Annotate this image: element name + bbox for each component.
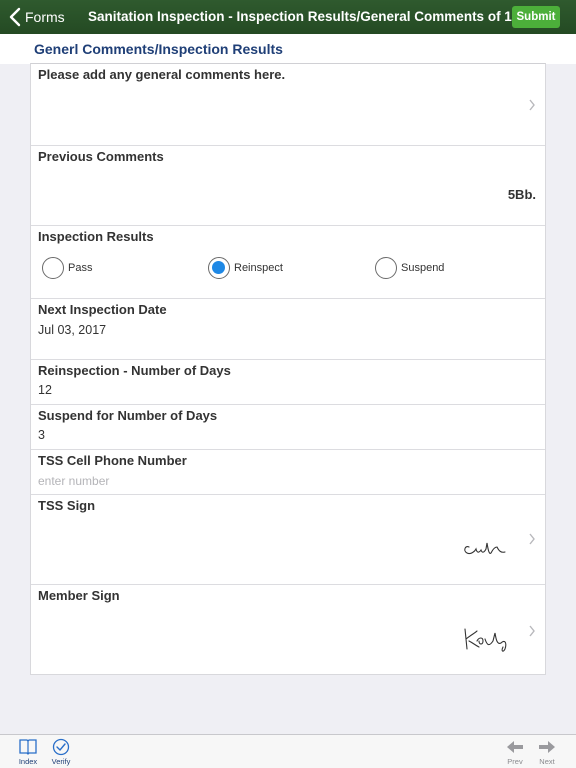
radio-pass[interactable]: Pass bbox=[42, 257, 92, 279]
inspection-results-label: Inspection Results bbox=[38, 229, 154, 244]
previous-comments-label: Previous Comments bbox=[38, 149, 164, 164]
check-circle-icon bbox=[52, 738, 70, 756]
tss-phone-label: TSS Cell Phone Number bbox=[38, 453, 187, 468]
tss-sign-field[interactable]: TSS Sign bbox=[31, 495, 545, 585]
radio-suspend-label: Suspend bbox=[401, 262, 445, 274]
next-inspection-date-field[interactable]: Next Inspection Date Jul 03, 2017 bbox=[31, 299, 545, 360]
bottom-toolbar: Index Verify Prev Next bbox=[0, 734, 576, 768]
chevron-right-icon bbox=[529, 625, 535, 637]
radio-pass-label: Pass bbox=[68, 262, 93, 274]
member-signature-image bbox=[464, 628, 507, 652]
arrow-right-icon bbox=[539, 741, 555, 753]
general-comments-placeholder: Please add any general comments here. bbox=[38, 67, 286, 82]
member-sign-field[interactable]: Member Sign bbox=[31, 585, 545, 675]
inspection-results-row: Inspection Results Pass Reinspect Suspen… bbox=[31, 226, 545, 299]
radio-reinspect-circle[interactable] bbox=[208, 257, 230, 279]
back-button[interactable]: Forms bbox=[8, 0, 65, 34]
tss-signature-image bbox=[464, 542, 506, 555]
verify-button[interactable]: Verify bbox=[51, 738, 71, 766]
back-button-label: Forms bbox=[25, 9, 65, 25]
section-title: Generl Comments/Inspection Results bbox=[34, 41, 283, 57]
radio-reinspect[interactable]: Reinspect bbox=[208, 257, 283, 279]
tss-sign-label: TSS Sign bbox=[38, 498, 96, 513]
radio-suspend-circle[interactable] bbox=[375, 257, 397, 279]
next-inspection-date-value: Jul 03, 2017 bbox=[38, 323, 107, 337]
tss-phone-placeholder[interactable]: enter number bbox=[38, 474, 109, 488]
general-comments-field[interactable]: Please add any general comments here. bbox=[31, 64, 545, 146]
chevron-right-icon bbox=[529, 533, 535, 545]
arrow-left-icon bbox=[507, 741, 523, 753]
radio-reinspect-label: Reinspect bbox=[234, 262, 283, 274]
radio-suspend[interactable]: Suspend bbox=[375, 257, 444, 279]
reinspection-days-field[interactable]: Reinspection - Number of Days 12 bbox=[31, 360, 545, 405]
verify-label: Verify bbox=[51, 757, 71, 766]
suspend-days-value: 3 bbox=[38, 428, 45, 442]
book-icon bbox=[19, 739, 37, 755]
next-label: Next bbox=[539, 757, 555, 766]
index-label: Index bbox=[18, 757, 38, 766]
reinspection-days-label: Reinspection - Number of Days bbox=[38, 363, 231, 378]
submit-button[interactable]: Submit bbox=[512, 6, 560, 28]
index-button[interactable]: Index bbox=[18, 738, 38, 766]
suspend-days-label: Suspend for Number of Days bbox=[38, 408, 218, 423]
chevron-right-icon bbox=[529, 99, 535, 111]
form-card: Please add any general comments here. Pr… bbox=[30, 63, 546, 675]
nav-bar: Forms Sanitation Inspection - Inspection… bbox=[0, 0, 576, 34]
member-sign-label: Member Sign bbox=[38, 588, 120, 603]
tss-phone-field[interactable]: TSS Cell Phone Number enter number bbox=[31, 450, 545, 495]
page-title: Sanitation Inspection - Inspection Resul… bbox=[88, 9, 520, 24]
prev-button[interactable]: Prev bbox=[505, 738, 525, 766]
previous-comments-value: 5Bb. bbox=[507, 187, 536, 202]
reinspection-days-value: 12 bbox=[38, 383, 52, 397]
suspend-days-field[interactable]: Suspend for Number of Days 3 bbox=[31, 405, 545, 450]
prev-label: Prev bbox=[507, 757, 523, 766]
next-button[interactable]: Next bbox=[537, 738, 557, 766]
radio-pass-circle[interactable] bbox=[42, 257, 64, 279]
chevron-left-icon bbox=[9, 7, 21, 27]
previous-comments-row: Previous Comments 5Bb. bbox=[31, 146, 545, 226]
next-inspection-date-label: Next Inspection Date bbox=[38, 302, 167, 317]
